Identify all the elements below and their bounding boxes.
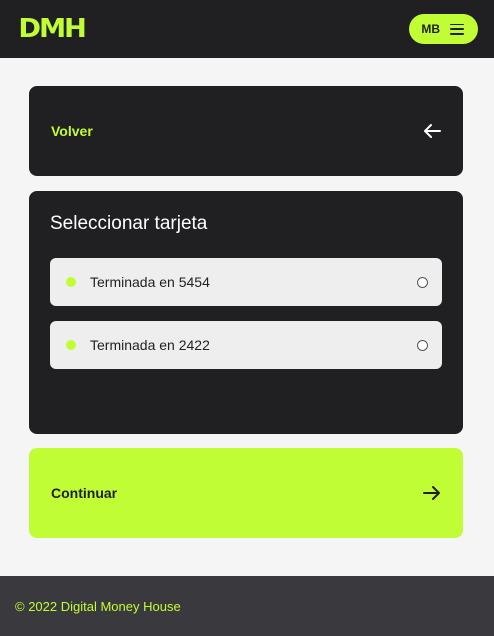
card-radio[interactable] bbox=[417, 339, 428, 351]
footer: © 2022 Digital Money House bbox=[0, 576, 494, 636]
back-button[interactable]: Volver bbox=[29, 86, 463, 176]
footer-copyright: © 2022 Digital Money House bbox=[15, 598, 181, 614]
continue-label: Continuar bbox=[51, 485, 118, 501]
select-card-title: Seleccionar tarjeta bbox=[50, 213, 208, 234]
select-card-panel: Seleccionar tarjeta Terminada en 5454 Te… bbox=[29, 191, 463, 434]
card-option-label: Terminada en 5454 bbox=[90, 274, 210, 290]
top-header: DMH MB bbox=[0, 0, 494, 58]
user-menu-button[interactable]: MB bbox=[409, 14, 478, 44]
back-label: Volver bbox=[51, 123, 93, 139]
card-dot-icon bbox=[66, 340, 76, 350]
user-initials: MB bbox=[421, 22, 440, 36]
page: DMH MB Volver Seleccionar tarjeta Termin… bbox=[0, 0, 494, 636]
card-option[interactable]: Terminada en 2422 bbox=[50, 321, 442, 369]
continue-button[interactable]: Continuar bbox=[29, 448, 463, 538]
card-option[interactable]: Terminada en 5454 bbox=[50, 258, 442, 306]
arrow-right-icon bbox=[423, 486, 440, 500]
card-option-label: Terminada en 2422 bbox=[90, 337, 210, 353]
card-dot-icon bbox=[66, 277, 76, 287]
card-radio[interactable] bbox=[417, 276, 428, 288]
dmh-logo[interactable]: DMH bbox=[18, 16, 86, 42]
hamburger-icon bbox=[450, 23, 464, 35]
arrow-left-icon bbox=[424, 124, 441, 138]
